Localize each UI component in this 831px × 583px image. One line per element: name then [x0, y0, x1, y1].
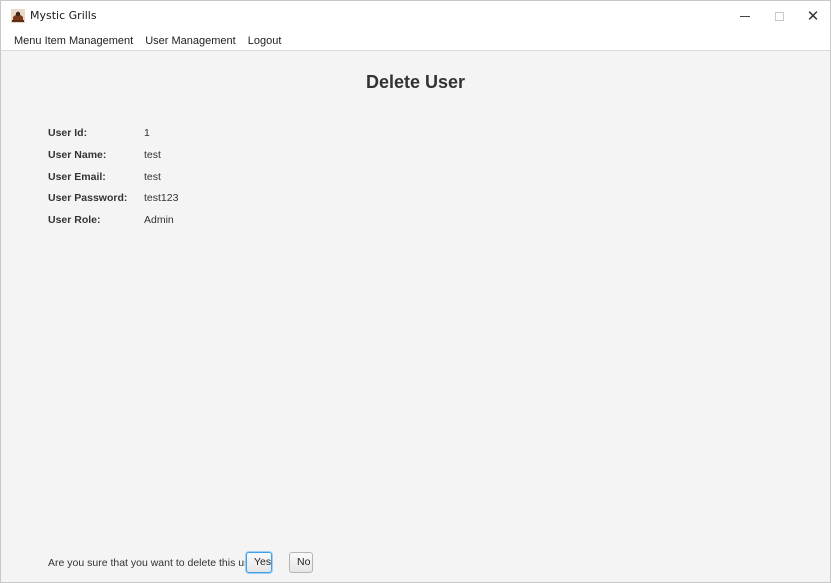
maximize-button[interactable] [762, 1, 796, 31]
user-id-label: User Id: [48, 127, 88, 139]
yes-button[interactable]: Yes [246, 552, 272, 573]
menu-item-menu-item-management[interactable]: Menu Item Management [8, 32, 139, 50]
menu-bar: Menu Item Management User Management Log… [1, 31, 830, 51]
grill-logo-icon [11, 9, 25, 23]
minimize-button[interactable] [728, 1, 762, 31]
user-role-value: Admin [144, 214, 174, 226]
user-name-value: test [144, 149, 161, 161]
app-window: Mystic Grills ✕ Menu Item Management Use… [0, 0, 831, 583]
user-role-label: User Role: [48, 214, 101, 226]
close-button[interactable]: ✕ [796, 1, 830, 31]
menu-item-user-management[interactable]: User Management [139, 32, 242, 50]
user-password-label: User Password: [48, 192, 128, 204]
no-button[interactable]: No [289, 552, 313, 573]
user-password-value: test123 [144, 192, 179, 204]
user-id-value: 1 [144, 127, 150, 139]
window-title: Mystic Grills [30, 9, 97, 22]
title-bar[interactable]: Mystic Grills ✕ [1, 1, 830, 31]
user-email-label: User Email: [48, 171, 106, 183]
user-name-label: User Name: [48, 149, 107, 161]
maximize-icon [774, 11, 784, 21]
page-title: Delete User [365, 72, 466, 92]
menu-item-logout[interactable]: Logout [242, 32, 288, 50]
close-icon: ✕ [806, 7, 820, 25]
user-email-value: test [144, 171, 161, 183]
minimize-icon [740, 15, 750, 17]
delete-confirm-question: Are you sure that you want to delete thi… [48, 557, 265, 569]
